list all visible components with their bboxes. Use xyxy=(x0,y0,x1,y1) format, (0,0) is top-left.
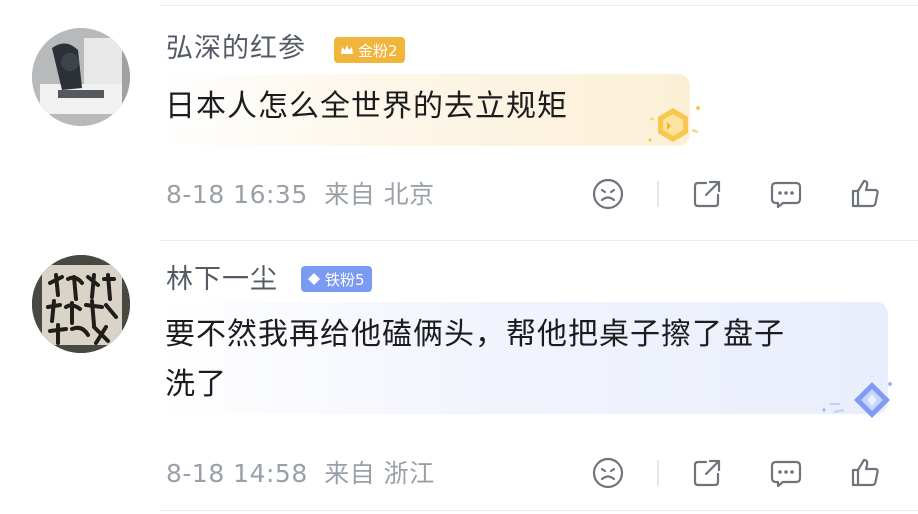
like-button[interactable] xyxy=(845,453,885,493)
comment-text-line[interactable]: 洗了 xyxy=(165,362,227,408)
comment-text-line[interactable]: 要不然我再给他磕俩头，帮他把桌子擦了盘子 xyxy=(165,312,785,358)
username[interactable]: 林下一尘 xyxy=(166,263,278,297)
avatar[interactable] xyxy=(32,255,130,353)
reply-icon xyxy=(770,460,802,488)
dislike-button[interactable] xyxy=(588,453,628,493)
diamond-icon xyxy=(306,271,322,287)
comment-date: 8-18 14:58 xyxy=(166,459,308,488)
action-separator xyxy=(657,460,659,486)
share-icon xyxy=(693,459,721,487)
iron-fan-decoration-icon xyxy=(818,376,898,424)
like-icon xyxy=(851,458,879,487)
comment-location: 来自 浙江 xyxy=(324,459,435,488)
reply-button[interactable] xyxy=(766,453,806,493)
comment-item: 林下一尘 铁粉5 要不然我再给他磕俩头，帮他把桌子擦了盘子 洗了 8-18 14… xyxy=(0,0,918,514)
comment-meta: 8-18 14:58 来自 浙江 xyxy=(166,458,443,490)
share-button[interactable] xyxy=(687,453,727,493)
fan-badge[interactable]: 铁粉5 xyxy=(301,266,372,292)
dislike-icon xyxy=(592,457,624,489)
badge-label: 铁粉5 xyxy=(325,270,365,289)
bottom-divider xyxy=(160,510,918,511)
